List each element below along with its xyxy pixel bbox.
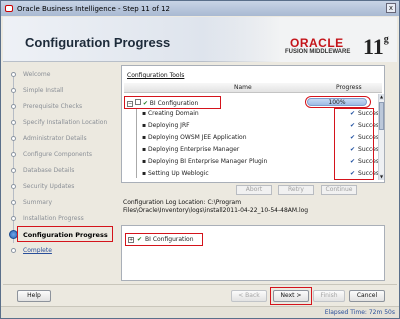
step-link-label[interactable]: Complete <box>23 247 52 254</box>
step-dot-icon <box>11 216 16 221</box>
scroll-up-icon[interactable]: ▲ <box>379 94 384 100</box>
log-tree-panel: + ✔ BI Configuration <box>121 225 385 281</box>
step-installation-progress: Installation Progress <box>5 213 115 224</box>
log-location-line1: Configuration Log Location: C:\Program <box>123 199 242 206</box>
step-dot-icon <box>11 120 16 125</box>
step-summary: Summary <box>5 197 115 208</box>
action-button-row: Abort Retry Continue <box>236 185 381 195</box>
step-dot-icon <box>11 136 16 141</box>
step-simple-install: Simple Install <box>5 85 115 96</box>
step-label: Database Details <box>23 167 75 174</box>
step-dot-icon <box>11 248 16 253</box>
finish-button[interactable]: Finish <box>313 290 345 302</box>
row-name: Deploying JRF <box>147 122 190 129</box>
step-dot-icon <box>11 152 16 157</box>
back-button[interactable]: < Back <box>231 290 267 302</box>
highlight-box-bi-configuration <box>124 96 221 109</box>
title-bar: Oracle Business Intelligence - Step 11 o… <box>1 1 399 16</box>
help-button[interactable]: Help <box>17 290 51 302</box>
row-name: Deploying OWSM JEE Application <box>147 134 247 141</box>
window-title: Oracle Business Intelligence - Step 11 o… <box>17 4 170 13</box>
header-banner: Configuration Progress ORACLE FUSION MID… <box>3 17 397 62</box>
step-label: Administrator Details <box>23 135 87 142</box>
row-name: Deploying Enterprise Manager <box>147 146 240 153</box>
row-name-cell: ▪ Deploying Enterprise Manager <box>142 146 240 153</box>
row-name: Deploying BI Enterprise Manager Plugin <box>147 158 268 165</box>
close-icon[interactable]: x <box>386 3 396 13</box>
row-name-cell: ▪ Deploying BI Enterprise Manager Plugin <box>142 158 268 165</box>
column-header-name: Name <box>234 84 252 91</box>
configuration-tools-table: Configuration Tools Name Progress − ✔ BI… <box>121 65 385 183</box>
row-name-cell: ▪ Creating Domain <box>142 110 199 117</box>
cancel-button[interactable]: Cancel <box>349 290 385 302</box>
step-label: Prerequisite Checks <box>23 103 83 110</box>
step-welcome: Welcome <box>5 69 115 80</box>
table-caption: Configuration Tools <box>127 72 185 79</box>
retry-button[interactable]: Retry <box>278 185 314 195</box>
page-title: Configuration Progress <box>25 35 171 50</box>
highlight-box-log-tree <box>125 233 203 246</box>
version-logo: 11g <box>363 34 389 60</box>
step-dot-icon <box>11 200 16 205</box>
step-dot-icon <box>11 88 16 93</box>
scroll-down-icon[interactable]: ▼ <box>379 174 384 180</box>
row-name-cell: ▪ Setting Up Weblogic <box>142 170 209 177</box>
table-header: Name Progress <box>124 83 382 93</box>
highlight-box-progress <box>305 96 371 108</box>
step-label: Configure Components <box>23 151 92 158</box>
step-label: Simple Install <box>23 87 64 94</box>
log-location-line2: Files\Oracle\Inventory\logs\install2011-… <box>123 207 309 214</box>
step-administrator-details: Administrator Details <box>5 133 115 144</box>
step-dot-icon <box>11 72 16 77</box>
step-prerequisite-checks: Prerequisite Checks <box>5 101 115 112</box>
step-dot-icon <box>11 104 16 109</box>
highlight-box-success-list <box>334 108 374 180</box>
row-name: Creating Domain <box>147 110 199 117</box>
highlight-box-current-step <box>17 226 113 242</box>
continue-button[interactable]: Continue <box>321 185 357 195</box>
status-bar: Elapsed Time: 72m 50s <box>1 306 399 318</box>
step-dot-icon <box>11 168 16 173</box>
elapsed-time: Elapsed Time: 72m 50s <box>324 309 395 316</box>
product-name: FUSION MIDDLEWARE <box>285 49 351 55</box>
step-installation-location: Specify Installation Location <box>5 117 115 128</box>
abort-button[interactable]: Abort <box>236 185 272 195</box>
version-number: 11 <box>363 34 384 59</box>
footer-bar: Help < Back Next > Finish Cancel <box>3 284 397 306</box>
oracle-logo: ORACLE <box>290 36 344 50</box>
row-name-cell: ▪ Deploying JRF <box>142 122 190 129</box>
tree-connector-line <box>136 108 137 178</box>
log-location: Configuration Log Location: C:\Program F… <box>123 199 385 215</box>
row-name-cell: ▪ Deploying OWSM JEE Application <box>142 134 247 141</box>
highlight-box-next <box>270 287 312 305</box>
step-database-details: Database Details <box>5 165 115 176</box>
version-suffix: g <box>383 34 389 45</box>
main-panel: Configuration Tools Name Progress − ✔ BI… <box>121 65 385 283</box>
step-dot-icon <box>11 184 16 189</box>
row-name: Setting Up Weblogic <box>147 170 209 177</box>
scroll-thumb[interactable] <box>379 102 384 130</box>
table-scrollbar[interactable]: ▲ ▼ <box>378 94 384 180</box>
oracle-app-icon <box>5 5 13 12</box>
step-security-updates: Security Updates <box>5 181 115 192</box>
step-configure-components: Configure Components <box>5 149 115 160</box>
installer-window: Oracle Business Intelligence - Step 11 o… <box>0 0 400 319</box>
steps-sidebar: Welcome Simple Install Prerequisite Chec… <box>5 65 115 285</box>
step-label: Specify Installation Location <box>23 119 108 126</box>
step-label: Installation Progress <box>23 215 84 222</box>
step-label: Welcome <box>23 71 51 78</box>
step-complete[interactable]: Complete <box>5 245 115 256</box>
step-label: Security Updates <box>23 183 75 190</box>
step-label: Summary <box>23 199 52 206</box>
column-header-progress: Progress <box>336 84 362 91</box>
